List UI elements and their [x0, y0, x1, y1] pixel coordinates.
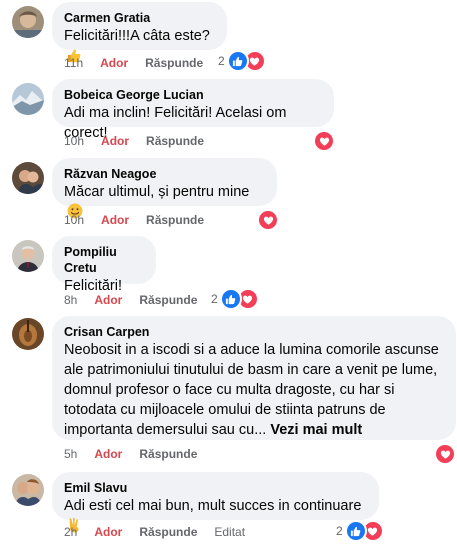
avatar[interactable] [12, 474, 44, 506]
comment-author[interactable]: Carmen Gratia [64, 10, 215, 26]
comment-bubble: Emil Slavu Adi esti cel mai bun, mult su… [52, 472, 379, 533]
comment-actions: 5h Ador Răspunde [64, 446, 214, 462]
reaction-count: 2 [211, 292, 218, 306]
comment-bubble: Crisan Carpen Neobosit in a iscodi si a … [52, 316, 456, 440]
love-icon[interactable] [315, 132, 333, 150]
like-icon [219, 288, 242, 310]
comment-time[interactable]: 11h [64, 55, 83, 71]
comment-time[interactable]: 8h [64, 292, 77, 308]
comment-actions: 10h Ador Răspunde [64, 133, 221, 149]
comment-actions: 8h Ador Răspunde [64, 292, 214, 308]
comment-text-body: Neobosit in a iscodi si a aduce la lumin… [64, 342, 439, 438]
avatar[interactable] [12, 318, 44, 350]
like-button[interactable]: Ador [100, 55, 128, 71]
like-button[interactable]: Ador [94, 446, 122, 462]
comment-actions: 10h Ador Răspunde [64, 212, 221, 228]
comment-text: Neobosit in a iscodi si a aduce la lumin… [64, 340, 444, 440]
comment-bubble: Bobeica George Lucian Adi ma inclin! Fel… [52, 79, 334, 141]
like-button[interactable]: Ador [101, 212, 129, 228]
comment-text-body: Măcar ultimul, și pentru mine [64, 184, 250, 200]
reaction-summary[interactable]: 2 [211, 288, 259, 310]
like-button[interactable]: Ador [94, 292, 122, 308]
reply-button[interactable]: Răspunde [146, 212, 204, 228]
comment-time[interactable]: 2h [64, 524, 77, 540]
reply-button[interactable]: Răspunde [139, 524, 197, 540]
reply-button[interactable]: Răspunde [146, 133, 204, 149]
like-button[interactable]: Ador [101, 133, 129, 149]
comment-bubble: Pompiliu Cretu Felicitări! [52, 236, 156, 294]
reaction-count: 2 [336, 524, 343, 538]
comment-time[interactable]: 5h [64, 446, 77, 462]
edited-label: Editat [214, 525, 246, 539]
reaction-summary[interactable]: 2 [218, 50, 266, 72]
comment-actions: 11h Ador Răspunde [64, 55, 220, 71]
like-icon [226, 50, 249, 72]
comment-author[interactable]: Bobeica George Lucian [64, 87, 322, 103]
love-icon[interactable] [259, 211, 277, 229]
like-button[interactable]: Ador [94, 524, 122, 540]
avatar[interactable] [12, 6, 44, 38]
reply-button[interactable]: Răspunde [145, 55, 203, 71]
avatar[interactable] [12, 162, 44, 194]
comment-actions: 2h Ador Răspunde Editat [64, 524, 245, 540]
reply-button[interactable]: Răspunde [139, 446, 197, 462]
comment-author[interactable]: Pompiliu Cretu [64, 244, 144, 276]
comment-text-body: Felicitări!!!A câta este? [64, 28, 210, 44]
love-icon[interactable] [436, 445, 454, 463]
comment-bubble: Răzvan Neagoe Măcar ultimul, și pentru m… [52, 158, 277, 219]
comment-author[interactable]: Crisan Carpen [64, 324, 444, 340]
comment-author[interactable]: Emil Slavu [64, 480, 367, 496]
like-icon [344, 520, 367, 542]
comment-time[interactable]: 10h [64, 212, 84, 228]
see-more-link[interactable]: Vezi mai mult [270, 422, 362, 438]
avatar[interactable] [12, 240, 44, 272]
comment-time[interactable]: 10h [64, 133, 84, 149]
comment-bubble: Carmen Gratia Felicitări!!!A câta este? [52, 2, 227, 63]
reaction-summary[interactable]: 2 [336, 520, 384, 542]
avatar[interactable] [12, 83, 44, 115]
comment-text-body: Adi esti cel mai bun, mult succes in con… [64, 498, 362, 514]
comment-author[interactable]: Răzvan Neagoe [64, 166, 265, 182]
reaction-count: 2 [218, 54, 225, 68]
reply-button[interactable]: Răspunde [139, 292, 197, 308]
